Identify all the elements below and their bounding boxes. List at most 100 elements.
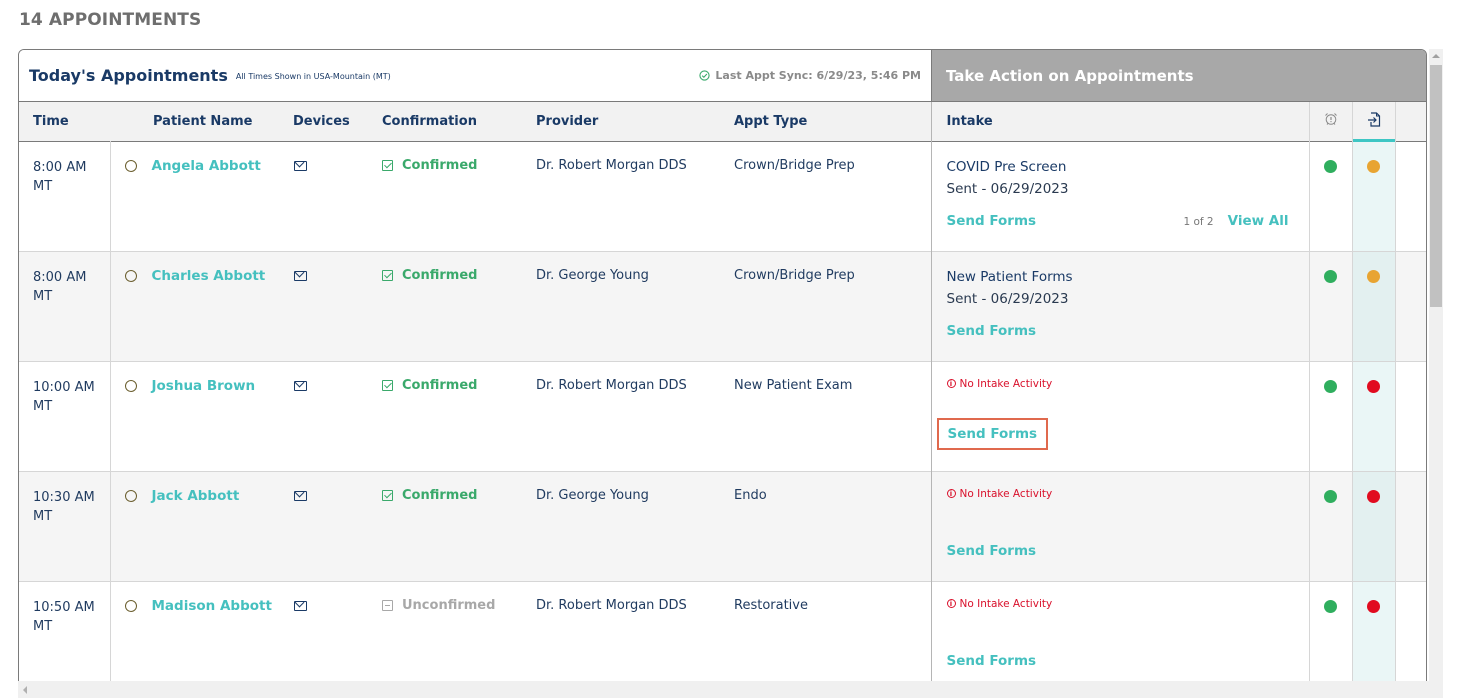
no-intake-alert: i No Intake Activity xyxy=(946,378,1309,390)
todays-appointments-header: Today's Appointments All Times Shown in U… xyxy=(19,50,931,101)
reminder-status-cell xyxy=(1308,581,1352,688)
patient-status-ring-icon xyxy=(124,269,137,282)
panel-title: Today's Appointments All Times Shown in U… xyxy=(29,66,391,85)
patient-cell: Joshua Brown xyxy=(110,361,293,471)
send-forms-button[interactable]: Send Forms xyxy=(947,543,1037,559)
appt-time: 8:00 AM MT xyxy=(19,141,111,251)
spacer-cell xyxy=(1395,361,1426,471)
spacer-cell xyxy=(1395,251,1426,361)
confirmation-cell: Confirmed xyxy=(382,471,536,581)
patient-name-link[interactable]: Angela Abbott xyxy=(152,158,261,174)
vertical-scroll-thumb[interactable] xyxy=(1430,65,1442,307)
appt-type-cell: Crown/Bridge Prep xyxy=(734,157,855,173)
view-all-link[interactable]: View All xyxy=(1228,213,1289,229)
appt-time-value: 8:00 AM xyxy=(33,269,87,285)
intake-cell: i No Intake Activity Send Forms xyxy=(930,581,1309,688)
devices-cell xyxy=(293,361,382,471)
alarm-clock-icon xyxy=(1324,113,1337,126)
checkbox-checked-icon xyxy=(382,379,393,391)
appt-time-value: 10:30 AM xyxy=(33,489,95,505)
pager-count: 1 of 2 xyxy=(1183,215,1214,228)
reminder-status-dot-icon xyxy=(1324,599,1337,613)
intake-cell: New Patient Forms Sent - 06/29/2023 Send F… xyxy=(930,251,1309,361)
reminder-status-dot-icon xyxy=(1324,269,1337,283)
no-intake-text: No Intake Activity xyxy=(959,597,1053,610)
reminder-status-cell xyxy=(1308,251,1352,361)
patient-name-link[interactable]: Jack Abbott xyxy=(152,488,240,504)
reminder-status-dot-icon xyxy=(1324,379,1337,393)
col-devices[interactable]: Devices xyxy=(293,102,382,141)
reminder-status-dot-icon xyxy=(1324,159,1337,173)
confirmation-cell: Confirmed xyxy=(382,361,536,471)
send-forms-button[interactable]: Send Forms xyxy=(947,653,1037,669)
envelope-icon xyxy=(294,380,307,391)
appt-time-value: 8:00 AM xyxy=(33,159,87,175)
checkbox-checked-icon xyxy=(382,489,393,501)
provider-cell: Dr. Robert Morgan DDS xyxy=(536,377,687,393)
col-reminder[interactable] xyxy=(1308,102,1352,141)
forms-status-dot-icon xyxy=(1367,599,1380,613)
appt-timezone: MT xyxy=(33,398,53,414)
col-time[interactable]: Time xyxy=(19,102,110,141)
intake-cell: i No Intake Activity Send Forms xyxy=(930,471,1309,581)
checkbox-minus-icon xyxy=(382,599,393,611)
patient-name-link[interactable]: Madison Abbott xyxy=(152,598,272,614)
appt-time: 10:30 AM MT xyxy=(19,471,111,581)
reminder-status-cell xyxy=(1308,141,1352,251)
patient-status-ring-icon xyxy=(124,599,137,612)
check-circle-icon xyxy=(699,70,711,81)
forms-status-dot-icon xyxy=(1367,379,1380,393)
vertical-scrollbar[interactable] xyxy=(1429,49,1443,681)
patient-name-link[interactable]: Joshua Brown xyxy=(152,378,256,394)
confirmation-status: Confirmed xyxy=(402,157,478,173)
last-sync-status: Last Appt Sync: 6/29/23, 5:46 PM xyxy=(699,69,921,82)
intake-form-title: New Patient Forms xyxy=(946,268,1073,285)
appointments-table: Time Patient Name Devices Confirmation P… xyxy=(19,102,1426,688)
col-forms[interactable] xyxy=(1351,102,1396,142)
forms-status-cell xyxy=(1351,471,1396,581)
appt-timezone: MT xyxy=(33,618,53,634)
send-forms-button[interactable]: Send Forms xyxy=(936,417,1049,450)
appt-timezone: MT xyxy=(33,508,53,524)
spacer-cell xyxy=(1395,141,1426,251)
appt-type-cell: Restorative xyxy=(734,597,808,613)
appt-timezone: MT xyxy=(33,178,53,194)
col-appt-type[interactable]: Appt Type xyxy=(734,102,931,141)
appt-type-cell: New Patient Exam xyxy=(734,377,853,393)
form-import-icon xyxy=(1367,112,1380,127)
intake-sent-date: Sent - 06/29/2023 xyxy=(946,290,1069,307)
envelope-icon xyxy=(294,600,307,611)
patient-status-ring-icon xyxy=(124,159,137,172)
intake-cell: COVID Pre Screen Sent - 06/29/2023 Send Fo… xyxy=(930,141,1309,251)
page-heading: 14 APPOINTMENTS xyxy=(19,10,202,30)
col-provider[interactable]: Provider xyxy=(536,102,734,141)
timezone-note: All Times Shown in USA-Mountain (MT) xyxy=(235,72,391,81)
send-forms-button[interactable]: Send Forms xyxy=(947,213,1037,229)
patient-cell: Angela Abbott xyxy=(110,141,293,251)
reminder-status-cell xyxy=(1308,361,1352,471)
devices-cell xyxy=(293,471,382,581)
panel-header: Today's Appointments All Times Shown in U… xyxy=(19,50,1426,102)
col-patient-name[interactable]: Patient Name xyxy=(110,102,293,141)
no-intake-alert: i No Intake Activity xyxy=(946,597,1309,610)
forms-status-cell xyxy=(1351,251,1396,361)
patient-name-link[interactable]: Charles Abbott xyxy=(152,268,266,284)
envelope-icon xyxy=(294,160,307,171)
horizontal-scrollbar[interactable] xyxy=(18,681,1443,698)
scroll-up-arrow-icon[interactable] xyxy=(1432,54,1440,58)
col-confirmation[interactable]: Confirmation xyxy=(382,102,536,141)
patient-status-ring-icon xyxy=(124,379,137,392)
provider-cell: Dr. George Young xyxy=(536,487,649,503)
provider-cell: Dr. George Young xyxy=(536,267,649,283)
provider-cell: Dr. Robert Morgan DDS xyxy=(536,597,687,613)
col-intake[interactable]: Intake xyxy=(930,102,1309,141)
table-row: 8:00 AM MT Charles Abbott Confirmed Dr. Geor… xyxy=(19,251,1426,361)
intake-cell: i No Intake Activity Send Forms xyxy=(930,361,1309,471)
scroll-left-arrow-icon[interactable] xyxy=(23,686,27,694)
reminder-status-cell xyxy=(1308,471,1352,581)
devices-cell xyxy=(293,251,382,361)
devices-cell xyxy=(293,141,382,251)
send-forms-button[interactable]: Send Forms xyxy=(947,323,1037,339)
forms-status-cell xyxy=(1351,581,1396,688)
no-intake-text: No Intake Activity xyxy=(959,487,1053,500)
